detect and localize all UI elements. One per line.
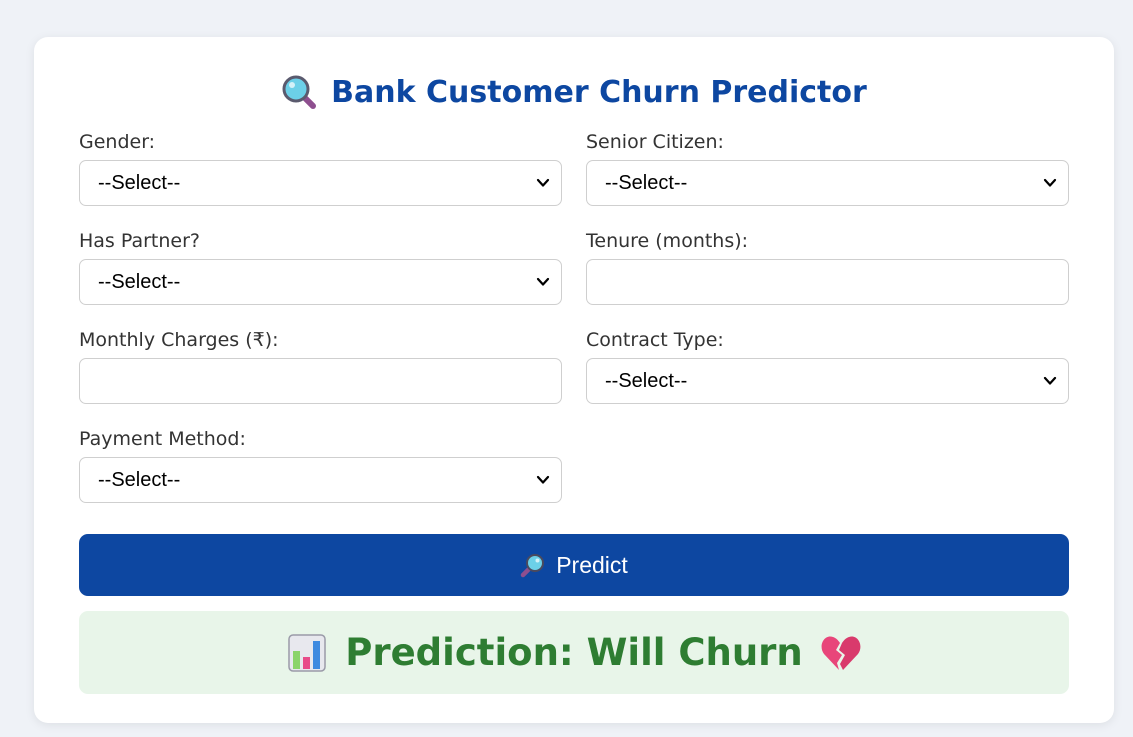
predict-button-label: Predict (556, 551, 628, 578)
has-partner-select[interactable]: --Select-- (79, 259, 562, 305)
payment-method-select-value: --Select-- (98, 468, 181, 491)
contract-type-label: Contract Type: (586, 329, 724, 351)
chevron-down-icon (536, 475, 550, 484)
chevron-down-icon (1043, 178, 1057, 187)
tenure-label: Tenure (months): (586, 230, 749, 252)
chevron-down-icon (1043, 376, 1057, 385)
senior-citizen-select-value: --Select-- (605, 171, 688, 194)
magnifying-glass-icon (520, 554, 545, 578)
bar-chart-icon (288, 633, 326, 672)
tenure-input[interactable] (586, 259, 1069, 305)
senior-citizen-label: Senior Citizen: (586, 131, 724, 153)
monthly-charges-label: Monthly Charges (₹): (79, 329, 279, 351)
gender-label: Gender: (79, 131, 156, 153)
has-partner-select-value: --Select-- (98, 270, 181, 293)
prediction-result: Prediction: Will Churn (79, 611, 1069, 694)
contract-type-select-value: --Select-- (605, 369, 688, 392)
has-partner-label: Has Partner? (79, 230, 201, 252)
contract-type-select[interactable]: --Select-- (586, 358, 1069, 404)
payment-method-select[interactable]: --Select-- (79, 457, 562, 503)
chevron-down-icon (536, 178, 550, 187)
broken-heart-icon (821, 636, 861, 670)
predict-button[interactable]: Predict (79, 534, 1069, 596)
page-header: Bank Customer Churn Predictor (34, 71, 1114, 113)
monthly-charges-input[interactable] (79, 358, 562, 404)
senior-citizen-select[interactable]: --Select-- (586, 160, 1069, 206)
gender-select[interactable]: --Select-- (79, 160, 562, 206)
payment-method-label: Payment Method: (79, 428, 246, 450)
magnifying-glass-icon (282, 75, 317, 109)
prediction-text: Prediction: Will Churn (345, 631, 803, 674)
gender-select-value: --Select-- (98, 171, 181, 194)
page-title: Bank Customer Churn Predictor (331, 74, 867, 110)
chevron-down-icon (536, 277, 550, 286)
predictor-card: Bank Customer Churn Predictor Gender: --… (34, 37, 1114, 723)
